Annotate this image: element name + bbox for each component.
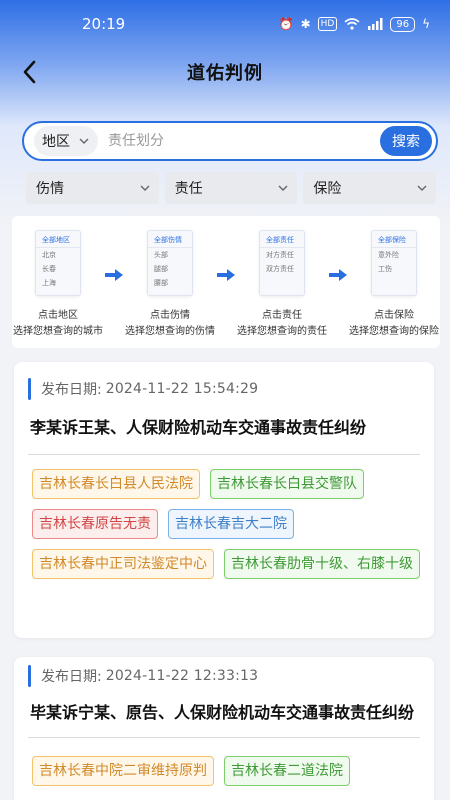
guide-step-desc: 选择您想查询的伤情 xyxy=(125,326,215,337)
case-tag-police: 吉林长春长白县交警队 xyxy=(210,469,364,499)
filter-insurance[interactable]: 保险 xyxy=(303,172,437,204)
guide-step-card: 全部保险 意外险 工伤 xyxy=(371,230,417,296)
search-bar: 地区 搜索 xyxy=(22,121,438,161)
chevron-down-icon xyxy=(79,138,89,144)
card-line: 双方责任 xyxy=(266,265,294,273)
charging-icon: ϟ xyxy=(422,17,430,31)
card-line: 全部保险 xyxy=(372,233,416,248)
filter-injury[interactable]: 伤情 xyxy=(26,172,159,204)
guide-step-desc: 选择您想查询的保险 xyxy=(349,326,439,337)
card-line: 意外险 xyxy=(378,251,399,259)
case-date: 2024-11-22 12:33:13 xyxy=(105,668,259,684)
filter-insurance-label: 保险 xyxy=(313,181,342,197)
arrow-right-icon xyxy=(329,269,347,281)
case-tag-injury: 吉林长春肋骨十级、右膝十级 xyxy=(224,549,420,579)
guide-step-title: 点击伤情 xyxy=(150,310,190,321)
bluetooth-icon: ✱ xyxy=(300,17,311,31)
case-tag-appraisal: 吉林长春中正司法鉴定中心 xyxy=(32,549,214,579)
guide-step-title: 点击保险 xyxy=(374,310,414,321)
case-card[interactable]: 发布日期: 2024-11-22 12:33:13 毕某诉宁某、原告、人保财险机… xyxy=(14,657,434,800)
accent-bar xyxy=(28,378,31,400)
date-label: 发布日期: xyxy=(41,669,102,685)
card-line: 工伤 xyxy=(378,265,392,273)
case-tags: 吉林长春中院二审维持原判 吉林长春二道法院 xyxy=(14,738,434,786)
card-line: 长春 xyxy=(42,265,56,273)
card-line: 头部 xyxy=(154,251,168,259)
card-line: 全部责任 xyxy=(260,233,304,248)
chevron-down-icon xyxy=(417,185,427,191)
date-label: 发布日期: xyxy=(41,382,102,398)
region-select[interactable]: 地区 xyxy=(34,126,98,156)
case-tag-liability: 吉林长春原告无责 xyxy=(32,509,158,539)
guide-step: 全部伤情 头部 腿部 腰部 点击伤情 选择您想查询的伤情 xyxy=(124,230,216,337)
chevron-down-icon xyxy=(140,185,150,191)
case-tag-court: 吉林长春长白县人民法院 xyxy=(32,469,200,499)
card-line: 上海 xyxy=(42,279,56,287)
guide-step-card: 全部地区 北京 长春 上海 xyxy=(35,230,81,296)
wifi-icon xyxy=(344,18,360,30)
card-line: 腿部 xyxy=(154,265,168,273)
case-tag-hospital: 吉林长春吉大二院 xyxy=(168,509,294,539)
status-time: 20:19 xyxy=(82,15,126,33)
case-tag-court: 吉林长春中院二审维持原判 xyxy=(32,756,214,786)
region-select-label: 地区 xyxy=(42,134,70,150)
guide-step: 全部地区 北京 长春 上海 点击地区 选择您想查询的城市 xyxy=(12,230,104,337)
usage-guide: 全部地区 北京 长春 上海 点击地区 选择您想查询的城市 全部伤情 头部 腿部 … xyxy=(12,216,440,348)
case-card[interactable]: 发布日期: 2024-11-22 15:54:29 李某诉王某、人保财险机动车交… xyxy=(14,362,434,638)
card-line: 对方责任 xyxy=(266,251,294,259)
guide-step-card: 全部伤情 头部 腿部 腰部 xyxy=(147,230,193,296)
accent-bar xyxy=(28,665,31,687)
search-input[interactable] xyxy=(108,133,380,149)
filter-liability-label: 责任 xyxy=(174,181,203,197)
filter-liability[interactable]: 责任 xyxy=(164,172,298,204)
back-arrow-icon[interactable] xyxy=(18,58,44,86)
case-date-row: 发布日期: 2024-11-22 12:33:13 xyxy=(14,657,434,687)
card-line: 腰部 xyxy=(154,279,168,287)
card-line: 全部伤情 xyxy=(148,233,192,248)
case-tags: 吉林长春长白县人民法院 吉林长春长白县交警队 吉林长春原告无责 吉林长春吉大二院… xyxy=(14,455,434,579)
nav-bar: 道佑判例 xyxy=(0,48,450,96)
case-title: 李某诉王某、人保财险机动车交通事故责任纠纷 xyxy=(30,418,367,437)
arrow-right-icon xyxy=(105,269,123,281)
guide-step-desc: 选择您想查询的城市 xyxy=(13,326,103,337)
signal-icon xyxy=(368,18,383,30)
guide-step-title: 点击地区 xyxy=(38,310,78,321)
status-bar: 20:19 ⏰ ✱ HD 96 ϟ xyxy=(0,0,450,48)
alarm-icon: ⏰ xyxy=(278,17,294,31)
chevron-down-icon xyxy=(278,185,288,191)
card-line: 北京 xyxy=(42,251,56,259)
guide-step-title: 点击责任 xyxy=(262,310,302,321)
card-line: 全部地区 xyxy=(36,233,80,248)
guide-step-desc: 选择您想查询的责任 xyxy=(237,326,327,337)
arrow-right-icon xyxy=(217,269,235,281)
battery-indicator: 96 xyxy=(390,16,416,32)
case-date: 2024-11-22 15:54:29 xyxy=(105,381,259,397)
case-date-row: 发布日期: 2024-11-22 15:54:29 xyxy=(14,362,434,400)
case-tag-court: 吉林长春二道法院 xyxy=(224,756,350,786)
guide-step: 全部保险 意外险 工伤 点击保险 选择您想查询的保险 xyxy=(348,230,440,337)
filter-injury-label: 伤情 xyxy=(36,181,64,197)
page-title: 道佑判例 xyxy=(187,63,263,84)
guide-step-card: 全部责任 对方责任 双方责任 xyxy=(259,230,305,296)
guide-step: 全部责任 对方责任 双方责任 点击责任 选择您想查询的责任 xyxy=(236,230,328,337)
hd-badge: HD xyxy=(317,17,338,31)
search-button[interactable]: 搜索 xyxy=(380,126,432,156)
case-title: 毕某诉宁某、原告、人保财险机动车交通事故责任纠纷 xyxy=(30,703,415,722)
status-icons: ⏰ ✱ HD 96 ϟ xyxy=(278,16,430,32)
filter-row: 伤情 责任 保险 xyxy=(26,172,437,204)
